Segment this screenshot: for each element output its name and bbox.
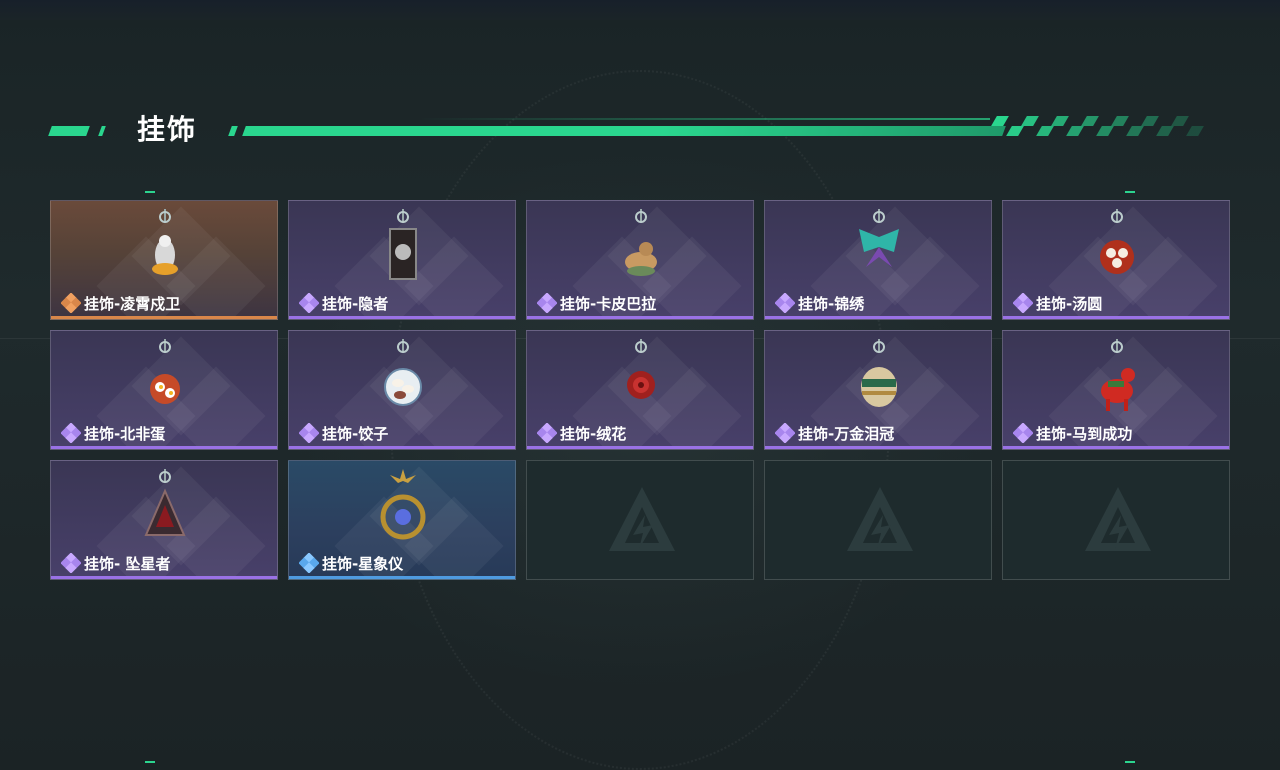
charm-name: 挂饰-饺子 (322, 425, 389, 443)
rarity-bar (527, 316, 753, 319)
header-accent-bar (98, 126, 106, 136)
velvet-flower-charm-icon (616, 337, 666, 419)
rarity-bar (765, 316, 991, 319)
red-horse-charm-icon (1092, 337, 1142, 419)
tangyuan-bowl-charm-icon (1092, 207, 1142, 289)
charm-card[interactable]: 挂饰- 坠星者 (50, 460, 278, 580)
empty-slot (1002, 460, 1230, 580)
rarity-bar (51, 576, 277, 579)
placeholder-logo-icon (1083, 485, 1153, 555)
rarity-diamond-icon (298, 422, 320, 444)
hermit-card-charm-icon (378, 207, 428, 289)
charm-card[interactable]: 挂饰-凌霄戍卫 (50, 200, 278, 320)
charm-name: 挂饰-隐者 (322, 295, 389, 313)
rarity-bar (1003, 446, 1229, 449)
charm-name: 挂饰-绒花 (560, 425, 627, 443)
corner-tick (1125, 761, 1135, 763)
charm-card[interactable]: 挂饰-万金泪冠 (764, 330, 992, 450)
charm-card[interactable]: 挂饰-汤圆 (1002, 200, 1230, 320)
empty-slot (526, 460, 754, 580)
rarity-diamond-icon (60, 552, 82, 574)
charm-collection-screen: 挂饰 挂饰-凌霄戍卫 挂饰-隐者 挂饰-卡皮巴拉 挂饰-锦绣 挂饰-汤圆 挂饰-北非蛋 挂饰… (0, 0, 1280, 770)
header-accent-bar (48, 126, 90, 136)
charm-name: 挂饰-卡皮巴拉 (560, 295, 657, 313)
rarity-diamond-icon (774, 292, 796, 314)
charm-card[interactable]: 挂饰-星象仪 (288, 460, 516, 580)
rarity-diamond-icon (1012, 292, 1034, 314)
corner-tick (145, 761, 155, 763)
rarity-bar (289, 446, 515, 449)
rarity-diamond-icon (1012, 422, 1034, 444)
rarity-bar (51, 316, 277, 319)
charm-name: 挂饰-汤圆 (1036, 295, 1103, 313)
astrolabe-charm-icon (378, 467, 428, 549)
page-title: 挂饰 (137, 113, 198, 146)
charm-name: 挂饰-锦绣 (798, 295, 865, 313)
charm-name: 挂饰-星象仪 (322, 555, 404, 573)
shakshuka-charm-icon (140, 337, 190, 419)
charm-card[interactable]: 挂饰-北非蛋 (50, 330, 278, 450)
rarity-diamond-icon (536, 292, 558, 314)
placeholder-logo-icon (607, 485, 677, 555)
rarity-diamond-icon (60, 292, 82, 314)
rarity-diamond-icon (298, 552, 320, 574)
rarity-bar (51, 446, 277, 449)
empty-slot (764, 460, 992, 580)
triangle-sigil-charm-icon (140, 467, 190, 549)
butterfly-charm-icon (854, 207, 904, 289)
rarity-diamond-icon (298, 292, 320, 314)
rarity-diamond-icon (774, 422, 796, 444)
charm-card[interactable]: 挂饰-马到成功 (1002, 330, 1230, 450)
guard-doll-charm-icon (140, 207, 190, 289)
corner-tick (145, 191, 155, 193)
rarity-bar (289, 316, 515, 319)
golden-crown-charm-icon (854, 337, 904, 419)
charm-card[interactable]: 挂饰-锦绣 (764, 200, 992, 320)
charm-card[interactable]: 挂饰-卡皮巴拉 (526, 200, 754, 320)
capybara-charm-icon (616, 207, 666, 289)
header-accent-bar (228, 126, 238, 136)
charm-card[interactable]: 挂饰-隐者 (288, 200, 516, 320)
rarity-diamond-icon (60, 422, 82, 444)
rarity-bar (289, 576, 515, 579)
charm-card[interactable]: 挂饰-绒花 (526, 330, 754, 450)
charm-name: 挂饰- 坠星者 (84, 555, 171, 573)
header-accent-line (242, 126, 1006, 136)
charm-name: 挂饰-凌霄戍卫 (84, 295, 181, 313)
rarity-diamond-icon (536, 422, 558, 444)
placeholder-logo-icon (845, 485, 915, 555)
top-bar (0, 0, 1280, 20)
charm-name: 挂饰-万金泪冠 (798, 425, 895, 443)
rarity-bar (1003, 316, 1229, 319)
header-thin-line (420, 118, 990, 120)
rarity-bar (527, 446, 753, 449)
charm-name: 挂饰-北非蛋 (84, 425, 166, 443)
dumpling-plate-charm-icon (378, 337, 428, 419)
charm-name: 挂饰-马到成功 (1036, 425, 1133, 443)
corner-tick (1125, 191, 1135, 193)
header-checker-pattern (991, 116, 1204, 136)
rarity-bar (765, 446, 991, 449)
charm-card[interactable]: 挂饰-饺子 (288, 330, 516, 450)
